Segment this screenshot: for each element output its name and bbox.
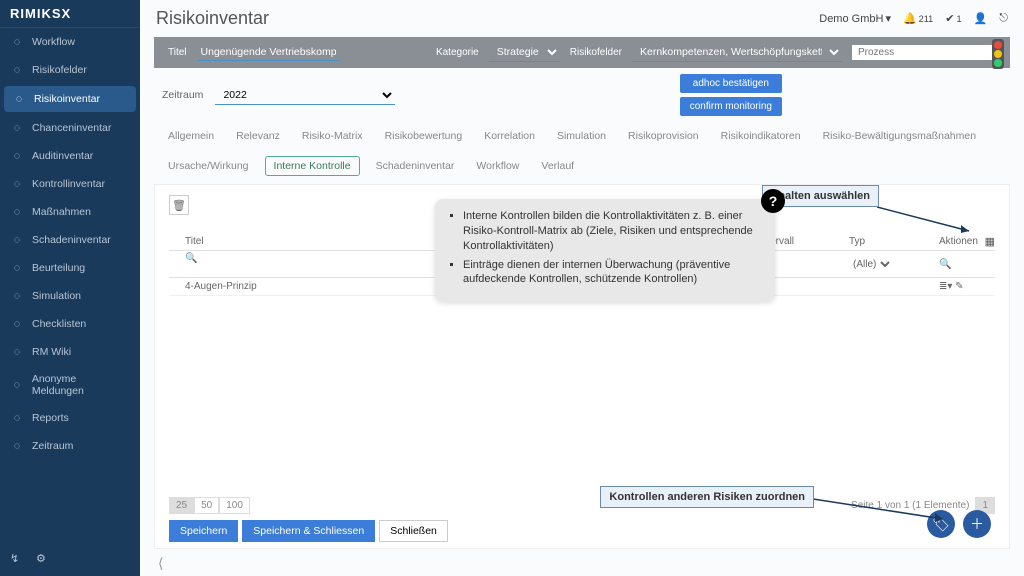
page-title: Risikoinventar: [156, 8, 807, 29]
brand-text: RIMIKS: [10, 6, 62, 21]
tab-verlauf[interactable]: Verlauf: [535, 156, 580, 176]
menu-icon: ◌: [10, 205, 24, 219]
zeitraum-label: Zeitraum: [162, 89, 203, 101]
page-size-100[interactable]: 100: [219, 497, 250, 514]
traffic-light: [992, 39, 1004, 69]
sidebar-item-workflow[interactable]: ◌Workflow: [0, 28, 140, 56]
callout-line-1: Interne Kontrollen bilden die Kontrollak…: [463, 209, 761, 254]
prozess-input[interactable]: [852, 45, 996, 60]
menu-icon: ◌: [10, 411, 24, 425]
topbar-right: Demo GmbH ▾ 🔔211 ✔1 👤 ⎋: [819, 12, 1008, 25]
row-action-list-icon[interactable]: ≣▾: [939, 281, 952, 292]
sidebar-item-kontrollinventar[interactable]: ◌Kontrollinventar: [0, 170, 140, 198]
light-green: [994, 59, 1002, 67]
confirm-button[interactable]: confirm monitoring: [680, 97, 782, 116]
title-label: Titel: [168, 47, 187, 58]
sidebar-item-maßnahmen[interactable]: ◌Maßnahmen: [0, 198, 140, 226]
fab-add[interactable]: ＋: [963, 510, 991, 538]
tab-risikoindikatoren[interactable]: Risikoindikatoren: [715, 126, 807, 146]
menu-icon: ◌: [10, 439, 24, 453]
sidebar-item-risikofelder[interactable]: ◌Risikofelder: [0, 56, 140, 84]
row-action-edit-icon[interactable]: ✎: [955, 281, 963, 292]
tab-schadeninventar[interactable]: Schadeninventar: [370, 156, 461, 176]
help-callout: ? Interne Kontrollen bilden die Kontroll…: [435, 199, 775, 301]
period-row: Zeitraum 2022 adhoc bestätigen confirm m…: [140, 68, 1024, 122]
logout-icon[interactable]: ⎋: [999, 12, 1008, 25]
kategorie-select[interactable]: Strategie: [489, 43, 560, 62]
brand-x: X: [62, 6, 72, 21]
kategorie-label: Kategorie: [436, 47, 479, 58]
adhoc-button[interactable]: adhoc bestätigen: [680, 74, 782, 93]
sidebar-item-reports[interactable]: ◌Reports: [0, 404, 140, 432]
chevron-left-icon[interactable]: ⟨: [158, 555, 163, 572]
trash-button[interactable]: 🗑: [169, 195, 189, 215]
annotation-assign: Kontrollen anderen Risiken zuordnen: [600, 486, 814, 508]
menu-icon: ◌: [10, 149, 24, 163]
tab-risiko-matrix[interactable]: Risiko-Matrix: [296, 126, 369, 146]
sidebar-item-schadeninventar[interactable]: ◌Schadeninventar: [0, 226, 140, 254]
sidebar-item-rm-wiki[interactable]: ◌RM Wiki: [0, 338, 140, 366]
sidebar-item-zeitraum[interactable]: ◌Zeitraum: [0, 432, 140, 460]
menu-icon: ◌: [10, 233, 24, 247]
tab-workflow[interactable]: Workflow: [470, 156, 525, 176]
topbar: Risikoinventar Demo GmbH ▾ 🔔211 ✔1 👤 ⎋: [140, 0, 1024, 37]
nav-chevrons: ⟨: [140, 551, 1024, 576]
menu-icon: ◌: [10, 289, 24, 303]
tab-ursache-wirkung[interactable]: Ursache/Wirkung: [162, 156, 255, 176]
save-button[interactable]: Speichern: [169, 520, 238, 542]
sidebar-item-auditinventar[interactable]: ◌Auditinventar: [0, 142, 140, 170]
user-icon[interactable]: 👤: [974, 12, 988, 25]
risikofelder-label: Risikofelder: [570, 47, 622, 58]
sidebar-bottom: ↯ ⚙: [0, 544, 140, 576]
page-size-25[interactable]: 25: [169, 497, 194, 514]
org-selector[interactable]: Demo GmbH ▾: [819, 12, 891, 25]
sidebar-item-checklisten[interactable]: ◌Checklisten: [0, 310, 140, 338]
tab-risiko-bew-ltigungsma-nahmen[interactable]: Risiko-Bewältigungsmaßnahmen: [817, 126, 983, 146]
menu-icon: ◌: [10, 35, 24, 49]
tab-simulation[interactable]: Simulation: [551, 126, 612, 146]
filter-typ[interactable]: (Alle): [849, 258, 893, 271]
tab-allgemein[interactable]: Allgemein: [162, 126, 220, 146]
title-input[interactable]: [197, 44, 340, 61]
sidebar-item-beurteilung[interactable]: ◌Beurteilung: [0, 254, 140, 282]
callout-line-2: Einträge dienen der internen Überwachung…: [463, 258, 761, 288]
menu-icon: ◌: [10, 121, 24, 135]
tab-risikobewertung[interactable]: Risikobewertung: [379, 126, 469, 146]
help-icon: ?: [761, 189, 785, 213]
gear-icon[interactable]: ⚙: [36, 552, 52, 568]
light-red: [994, 41, 1002, 49]
tabs: Allgemein Relevanz Risiko-Matrix Risikobewe…: [140, 122, 1024, 178]
save-close-button[interactable]: Speichern & Schliessen: [242, 520, 375, 542]
share-icon[interactable]: ↯: [10, 552, 26, 568]
sidebar-item-simulation[interactable]: ◌Simulation: [0, 282, 140, 310]
risikofelder-select[interactable]: Kernkompetenzen, Wertschöpfungskette: [632, 43, 842, 62]
sidebar-item-anonyme-meldungen[interactable]: ◌Anonyme Meldungen: [0, 366, 140, 404]
zeitraum-select[interactable]: 2022: [215, 86, 395, 105]
tab-relevanz[interactable]: Relevanz: [230, 126, 286, 146]
menu-icon: ◌: [10, 378, 24, 392]
tab-risikoprovision[interactable]: Risikoprovision: [622, 126, 705, 146]
meta-bar: Titel Kategorie Strategie Risikofelder K…: [154, 37, 1010, 68]
menu-icon: ◌: [10, 317, 24, 331]
bell-icon[interactable]: 🔔211: [903, 12, 933, 25]
content-panel: 🗑 Spalten auswählen ▦ ? Interne Kontroll…: [154, 184, 1010, 549]
menu-icon: ◌: [10, 345, 24, 359]
menu-icon: ◌: [12, 92, 26, 106]
main: Risikoinventar Demo GmbH ▾ 🔔211 ✔1 👤 ⎋ T…: [140, 0, 1024, 576]
column-chooser-icon[interactable]: ▦: [985, 235, 995, 248]
sidebar-item-chanceninventar[interactable]: ◌Chanceninventar: [0, 114, 140, 142]
light-yellow: [994, 50, 1002, 58]
close-button[interactable]: Schließen: [379, 520, 448, 542]
menu-icon: ◌: [10, 261, 24, 275]
sidebar-item-risikoinventar[interactable]: ◌Risikoinventar: [4, 86, 136, 112]
tab-korrelation[interactable]: Korrelation: [478, 126, 541, 146]
menu-icon: ◌: [10, 177, 24, 191]
menu-icon: ◌: [10, 63, 24, 77]
tab-interne-kontrolle[interactable]: Interne Kontrolle: [265, 156, 360, 176]
sidebar: RIMIKSX ◌Workflow◌Risikofelder◌Risikoinv…: [0, 0, 140, 576]
brand-logo: RIMIKSX: [0, 0, 140, 28]
page-size-50[interactable]: 50: [194, 497, 219, 514]
check-icon[interactable]: ✔1: [945, 12, 961, 25]
